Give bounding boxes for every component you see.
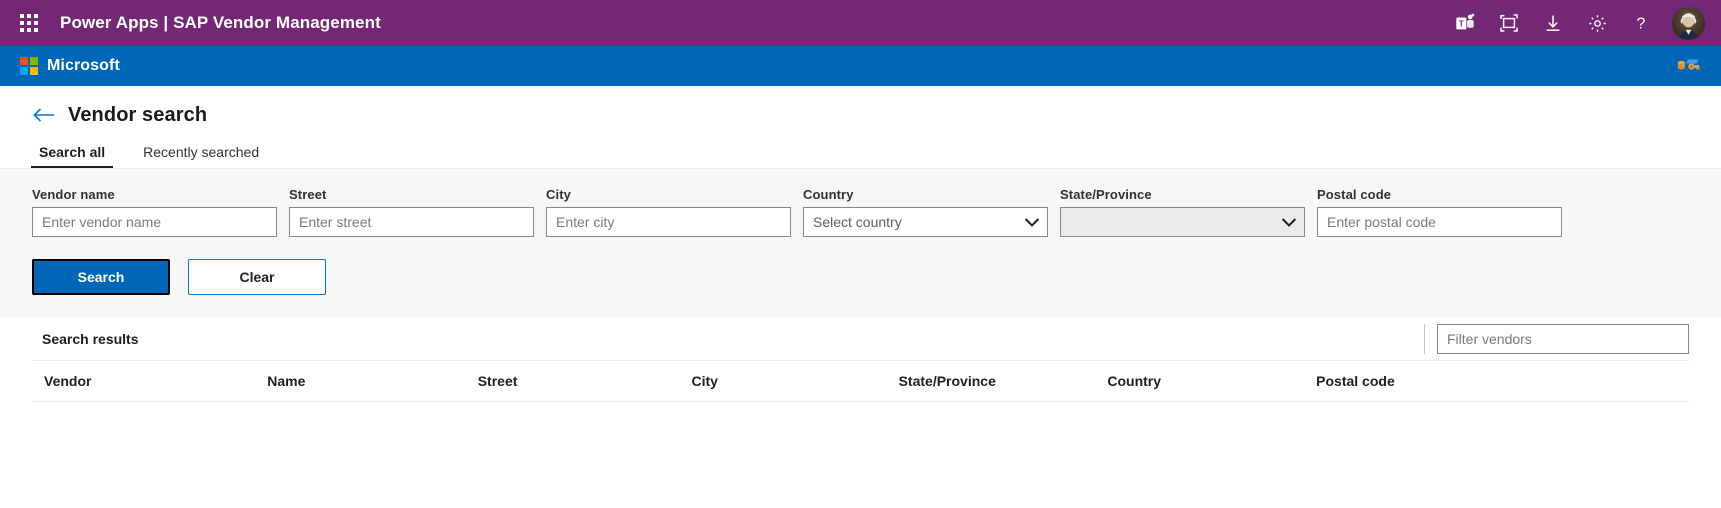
country-select[interactable]: Select country	[803, 207, 1048, 237]
column-header-postal-code[interactable]: Postal code	[1316, 361, 1689, 402]
search-field-row: Vendor name Street City Country Select c…	[32, 187, 1689, 237]
label-street: Street	[289, 187, 327, 202]
search-criteria-panel: Vendor name Street City Country Select c…	[0, 168, 1721, 317]
app-title: Power Apps | SAP Vendor Management	[60, 13, 381, 32]
column-header-vendor[interactable]: Vendor	[32, 361, 268, 402]
power-apps-header-bar: Power Apps | SAP Vendor Management T ?	[0, 0, 1721, 46]
clear-button[interactable]: Clear	[188, 259, 326, 295]
results-toolbar: Search results	[32, 317, 1689, 361]
gear-icon[interactable]	[1575, 0, 1619, 46]
microsoft-wordmark: Microsoft	[47, 57, 120, 74]
svg-text:T: T	[1459, 20, 1464, 29]
filter-group	[1424, 317, 1689, 360]
field-postal-code: Postal code	[1317, 187, 1562, 237]
field-city: City	[546, 187, 791, 237]
tab-search-all[interactable]: Search all	[31, 144, 114, 168]
results-table-body	[32, 402, 1689, 462]
state-province-select	[1060, 207, 1305, 237]
svg-text:?: ?	[1637, 16, 1646, 33]
microsoft-squares-icon	[20, 57, 38, 75]
column-header-country[interactable]: Country	[1107, 361, 1317, 402]
city-input[interactable]	[546, 207, 791, 237]
user-avatar[interactable]	[1672, 6, 1705, 40]
filter-vendors-input[interactable]	[1437, 323, 1689, 354]
search-results-section: Search results Vendor Name Street City S…	[0, 317, 1721, 462]
tab-recently-searched[interactable]: Recently searched	[135, 144, 267, 168]
app-launcher-button[interactable]	[10, 4, 48, 42]
tab-list: Search all Recently searched	[0, 134, 1721, 168]
header-icon-group: T ?	[1443, 0, 1709, 46]
postal-code-input[interactable]	[1317, 207, 1562, 237]
page-header: Vendor search	[0, 86, 1721, 134]
results-title: Search results	[42, 330, 139, 347]
column-header-city[interactable]: City	[691, 361, 899, 402]
page-content: Vendor search Search all Recently search…	[0, 86, 1721, 462]
waffle-icon	[20, 14, 38, 32]
microsoft-brand-bar: Microsoft	[0, 46, 1721, 86]
field-vendor-name: Vendor name	[32, 187, 277, 237]
teams-icon[interactable]: T	[1443, 0, 1487, 46]
back-button[interactable]	[32, 107, 56, 123]
column-header-state-province[interactable]: State/Province	[898, 361, 1108, 402]
download-icon[interactable]	[1531, 0, 1575, 46]
results-table-head: Vendor Name Street City State/Province C…	[32, 361, 1689, 402]
results-header-row: Vendor Name Street City State/Province C…	[32, 361, 1689, 402]
label-vendor-name: Vendor name	[32, 187, 115, 202]
fullscreen-icon[interactable]	[1487, 0, 1531, 46]
data-app-icon[interactable]	[1673, 55, 1703, 77]
state-province-select-wrapper	[1060, 207, 1305, 237]
microsoft-logo[interactable]: Microsoft	[20, 57, 120, 75]
column-header-name[interactable]: Name	[267, 361, 478, 402]
toolbar-divider	[1424, 323, 1425, 354]
label-postal-code: Postal code	[1317, 187, 1392, 202]
label-country: Country	[803, 187, 854, 202]
street-input[interactable]	[289, 207, 534, 237]
search-action-buttons: Search Clear	[32, 259, 1689, 295]
help-icon[interactable]: ?	[1619, 0, 1663, 46]
column-header-street[interactable]: Street	[477, 361, 692, 402]
vendor-name-input[interactable]	[32, 207, 277, 237]
field-street: Street	[289, 187, 534, 237]
search-button[interactable]: Search	[32, 259, 170, 295]
label-city: City	[546, 187, 571, 202]
field-state-province: State/Province	[1060, 187, 1305, 237]
field-country: Country Select country	[803, 187, 1048, 237]
page-title: Vendor search	[68, 103, 208, 126]
label-state-province: State/Province	[1060, 187, 1152, 202]
country-select-wrapper: Select country	[803, 207, 1048, 237]
results-table: Vendor Name Street City State/Province C…	[32, 361, 1689, 462]
